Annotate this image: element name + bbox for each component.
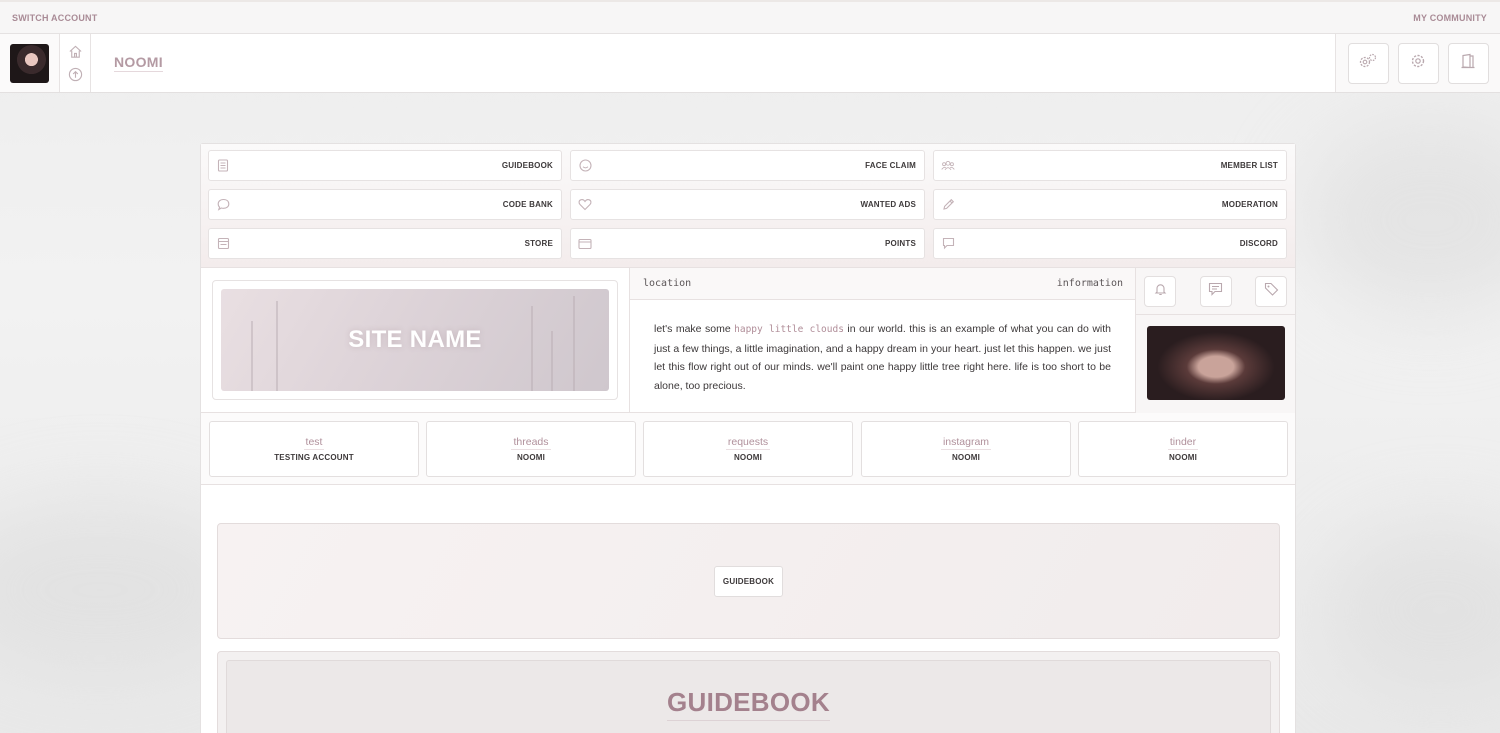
guidebook-heading: GUIDEBOOK [666,687,831,721]
guidebook-inner: GUIDEBOOK [226,660,1271,733]
bell-icon [1154,282,1167,301]
logout-button[interactable] [1447,42,1489,84]
heart-icon [578,198,592,212]
link-card-requests[interactable]: requests NOOMI [643,421,853,477]
username-area: NOOMI [91,34,1335,92]
site-banner: SITE NAME [221,289,609,391]
settings-button[interactable] [1397,42,1439,84]
user-header: NOOMI [0,34,1500,93]
link-card-tinder[interactable]: tinder NOOMI [1078,421,1288,477]
nav-moderation[interactable]: MODERATION [933,189,1287,220]
site-name: SITE NAME [348,326,482,353]
card-title: test [303,436,325,450]
nav-label: WANTED ADS [860,200,916,209]
nav-discord[interactable]: DISCORD [933,228,1287,259]
information-label: information [1056,278,1123,289]
card-subtitle: NOOMI [1168,453,1198,462]
my-community-link[interactable]: MY COMMUNITY [1413,13,1487,23]
door-icon [1460,53,1476,74]
card-title: tinder [1167,436,1199,450]
guidebook-banner: GUIDEBOOK [217,523,1280,639]
guidebook-section: GUIDEBOOK [217,651,1280,733]
link-card-test[interactable]: test TESTING ACCOUNT [209,421,419,477]
header-actions [1335,34,1500,92]
nav-label: MEMBER LIST [1220,161,1278,170]
book-icon [216,159,230,173]
profile-links: test TESTING ACCOUNT threads NOOMI reque… [201,413,1295,485]
info-text: let's make some happy little clouds in o… [654,323,1112,392]
main-panel: GUIDEBOOK FACE CLAIM MEMBER LIST CODE BA… [200,143,1296,733]
nav-label: DISCORD [1239,239,1278,248]
nav-label: MODERATION [1221,200,1278,209]
info-row: SITE NAME location information let's mak… [201,268,1295,413]
guidebook-button[interactable]: GUIDEBOOK [713,565,784,597]
location-label: location [643,278,692,289]
card-subtitle: NOOMI [733,453,763,462]
highlighted-phrase: happy little clouds [734,324,844,335]
nav-points[interactable]: POINTS [570,228,925,259]
site-banner-frame: SITE NAME [212,280,618,400]
nav-label: FACE CLAIM [865,161,916,170]
user-widget [1136,268,1295,413]
gears-icon [1358,52,1378,75]
nav-guidebook[interactable]: GUIDEBOOK [208,150,562,181]
avatar[interactable] [10,43,49,83]
wallet-icon [578,237,592,251]
notifications-button[interactable] [1144,275,1176,307]
switch-account-link[interactable]: SWITCH ACCOUNT [12,13,97,23]
link-card-threads[interactable]: threads NOOMI [426,421,636,477]
nav-wanted-ads[interactable]: WANTED ADS [570,189,925,220]
nav-label: STORE [524,239,553,248]
nav-member-list[interactable]: MEMBER LIST [933,150,1287,181]
nav-store[interactable]: STORE [208,228,562,259]
speech-bubble-icon [1208,282,1223,301]
link-card-instagram[interactable]: instagram NOOMI [861,421,1071,477]
quick-nav-grid: GUIDEBOOK FACE CLAIM MEMBER LIST CODE BA… [201,144,1295,268]
home-icon[interactable] [67,44,83,60]
card-subtitle: NOOMI [516,453,546,462]
admin-cp-button[interactable] [1347,42,1389,84]
message-icon [941,237,955,251]
card-title: requests [725,436,771,450]
chat-bubble-icon [216,198,230,212]
nav-label: GUIDEBOOK [501,161,553,170]
nav-face-claim[interactable]: FACE CLAIM [570,150,925,181]
smiley-icon [578,159,592,173]
gear-icon [1410,53,1426,74]
username[interactable]: NOOMI [114,54,163,72]
notification-icons [1136,268,1295,315]
nav-label: POINTS [885,239,916,248]
mini-nav [60,34,91,92]
profile-photo [1147,326,1285,400]
site-information: location information let's make some hap… [629,268,1136,413]
avatar-cell [0,34,60,92]
info-header: location information [630,268,1135,300]
top-bar: SWITCH ACCOUNT MY COMMUNITY [0,0,1500,34]
tags-button[interactable] [1255,275,1287,307]
card-subtitle: TESTING ACCOUNT [274,453,354,462]
card-title: threads [511,436,551,450]
tag-icon [1264,282,1279,301]
users-icon [941,159,955,173]
arrow-up-icon[interactable] [67,67,83,83]
nav-code-bank[interactable]: CODE BANK [208,189,562,220]
store-icon [216,237,230,251]
card-title: instagram [940,436,992,450]
card-subtitle: NOOMI [951,453,981,462]
messages-button[interactable] [1199,275,1232,307]
pencil-icon [941,198,955,212]
nav-label: CODE BANK [502,200,553,209]
